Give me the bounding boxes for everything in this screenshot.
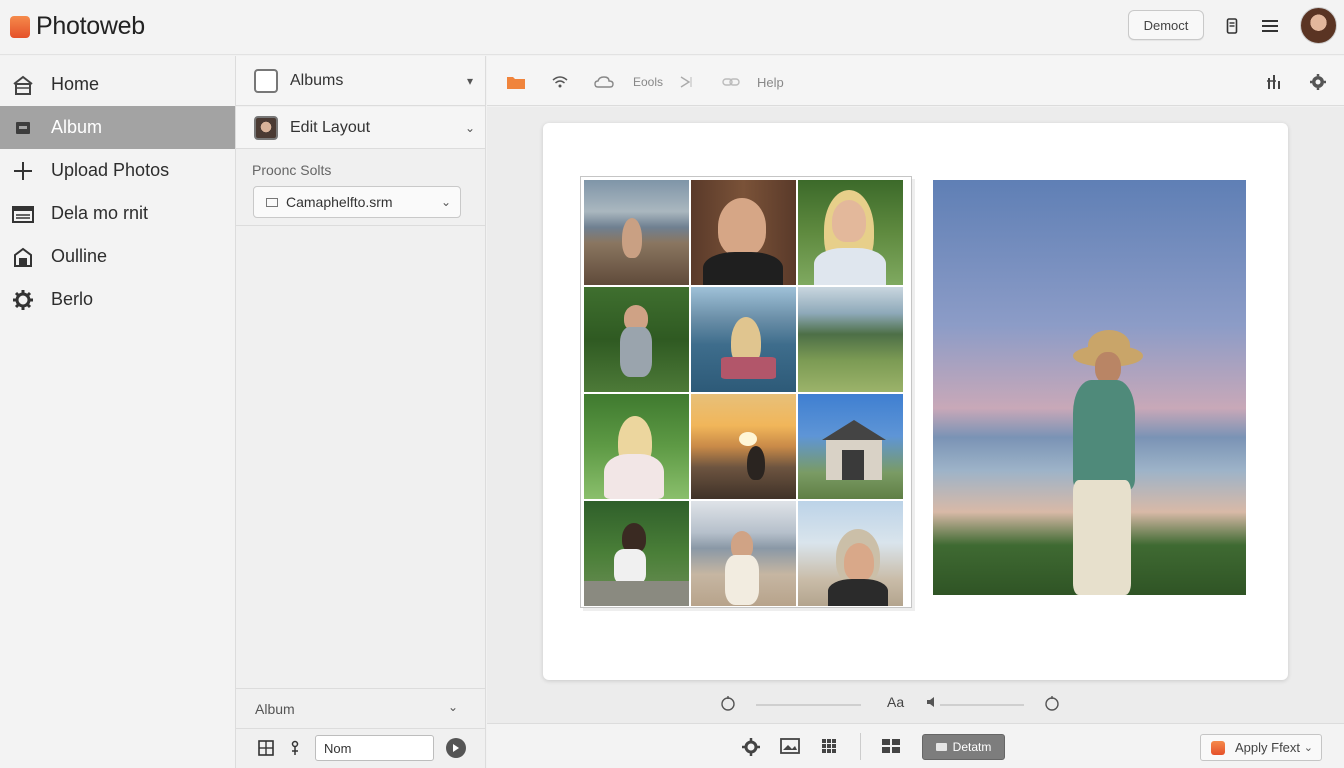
settings-icon[interactable] [1309, 73, 1327, 91]
cloud-icon[interactable] [594, 73, 614, 91]
toolbar: Eools Help [487, 56, 1344, 106]
caret-down-icon: ▾ [466, 73, 474, 88]
template-select[interactable]: Camaphelfto.srm ⌄ [253, 186, 461, 218]
photo-tile[interactable] [691, 180, 796, 285]
gear-icon[interactable] [742, 738, 760, 756]
timer-icon[interactable] [720, 694, 736, 717]
section-label: Proonc Solts [252, 162, 332, 178]
photo-grid-frame[interactable] [580, 176, 912, 608]
sidebar-item-label: Upload Photos [51, 160, 170, 180]
album-page[interactable] [543, 123, 1288, 680]
link-icon[interactable] [722, 73, 740, 91]
volume-slider[interactable] [940, 704, 1024, 706]
top-bar: Photoweb Democt [0, 0, 1344, 55]
edit-layout-label: Edit Layout [290, 118, 371, 136]
bottom-bar: Detatm Apply Ffext ⌄ [487, 723, 1344, 768]
albums-thumb-icon [254, 68, 278, 93]
photo-tile[interactable] [798, 501, 903, 606]
album-panel: Albums ▾ Edit Layout ⌄ Proonc Solts Cama… [236, 56, 486, 768]
sidebar-item-label: Home [51, 74, 100, 94]
sidebar-item-home[interactable]: Home [0, 63, 235, 106]
timer-icon[interactable] [1044, 694, 1060, 717]
chevron-down-icon: ⌄ [440, 195, 452, 209]
file-icon [266, 197, 278, 207]
sidebar-item-label: Album [51, 117, 103, 137]
layout-grid-icon[interactable] [257, 739, 275, 757]
help-link[interactable]: Help [757, 73, 784, 91]
photo-tile[interactable] [584, 394, 689, 499]
plus-icon [11, 159, 35, 183]
divider [236, 688, 485, 689]
zoom-slider[interactable] [756, 704, 861, 706]
chevron-down-icon: ⌄ [464, 120, 476, 135]
logo-icon [10, 15, 30, 38]
text-size-label[interactable]: Aa [887, 694, 904, 710]
folder-icon [935, 743, 947, 751]
volume-icon[interactable] [925, 694, 941, 715]
grid-icon[interactable] [821, 738, 839, 754]
home-icon [11, 73, 35, 97]
bag-icon [11, 245, 35, 269]
sidebar-item-label: Berlo [51, 289, 94, 309]
logo[interactable]: Photoweb [10, 12, 145, 41]
photo-tile[interactable] [584, 180, 689, 285]
apply-effect-label: Apply Ffext [1235, 740, 1301, 755]
photo-grid [584, 180, 903, 606]
app-title: Photoweb [36, 12, 145, 40]
gear-icon [11, 288, 35, 312]
divider [236, 225, 485, 226]
zoom-controls: Aa [720, 690, 1065, 720]
folder-icon[interactable] [506, 73, 526, 91]
chevron-down-icon: ⌄ [1303, 742, 1313, 754]
featured-photo[interactable] [933, 180, 1246, 595]
layout-icon[interactable] [881, 738, 901, 754]
divider [860, 733, 861, 760]
adjust-icon[interactable] [286, 739, 304, 757]
canvas-area [487, 107, 1344, 723]
name-input[interactable] [315, 735, 434, 761]
photo-tile[interactable] [798, 287, 903, 392]
tools-menu[interactable]: Eools [633, 73, 663, 91]
play-icon[interactable] [679, 73, 695, 91]
user-avatar[interactable] [1300, 7, 1337, 44]
sidebar-item-album[interactable]: Album [0, 106, 235, 149]
photo-tile[interactable] [584, 287, 689, 392]
albums-label: Albums [290, 71, 344, 89]
template-select-value: Camaphelfto.srm [286, 194, 393, 210]
apply-effect-button[interactable]: Apply Ffext ⌄ [1200, 734, 1322, 761]
photo-tile[interactable] [584, 501, 689, 606]
edit-layout-dropdown[interactable]: Edit Layout ⌄ [236, 107, 485, 149]
album-footer-label: Album [255, 701, 295, 717]
wifi-icon[interactable] [552, 73, 568, 91]
menu-icon[interactable] [1260, 16, 1280, 36]
photo-tile[interactable] [798, 180, 903, 285]
default-button[interactable]: Detatm [922, 734, 1005, 760]
chevron-down-icon[interactable]: ⌄ [448, 700, 458, 714]
sidebar-item-outline[interactable]: Oulline [0, 235, 235, 278]
sidebar-item-calendar[interactable]: Dela mo rnit [0, 192, 235, 235]
edit-layout-thumb-icon [254, 115, 278, 140]
sidebar-item-settings[interactable]: Berlo [0, 278, 235, 321]
image-icon[interactable] [780, 738, 800, 754]
sidebar-item-label: Oulline [51, 246, 108, 266]
calendar-icon [11, 202, 35, 226]
divider [236, 728, 485, 729]
play-icon [453, 744, 459, 752]
album-icon [11, 116, 35, 140]
photo-tile[interactable] [691, 287, 796, 392]
sidebar-item-upload[interactable]: Upload Photos [0, 149, 235, 192]
albums-dropdown[interactable]: Albums ▾ [236, 56, 485, 106]
photo-tile[interactable] [691, 394, 796, 499]
default-button-label: Detatm [952, 740, 992, 754]
demo-button[interactable]: Democt [1128, 10, 1204, 40]
phone-icon[interactable] [1222, 16, 1242, 36]
play-button[interactable] [446, 738, 466, 758]
photo-tile[interactable] [691, 501, 796, 606]
sidebar: Home Album Upload Photos Dela mo rnit Ou… [0, 56, 236, 768]
photo-tile[interactable] [798, 394, 903, 499]
sidebar-item-label: Dela mo rnit [51, 203, 149, 223]
effect-icon [1211, 740, 1225, 755]
stats-icon[interactable] [1266, 73, 1282, 91]
